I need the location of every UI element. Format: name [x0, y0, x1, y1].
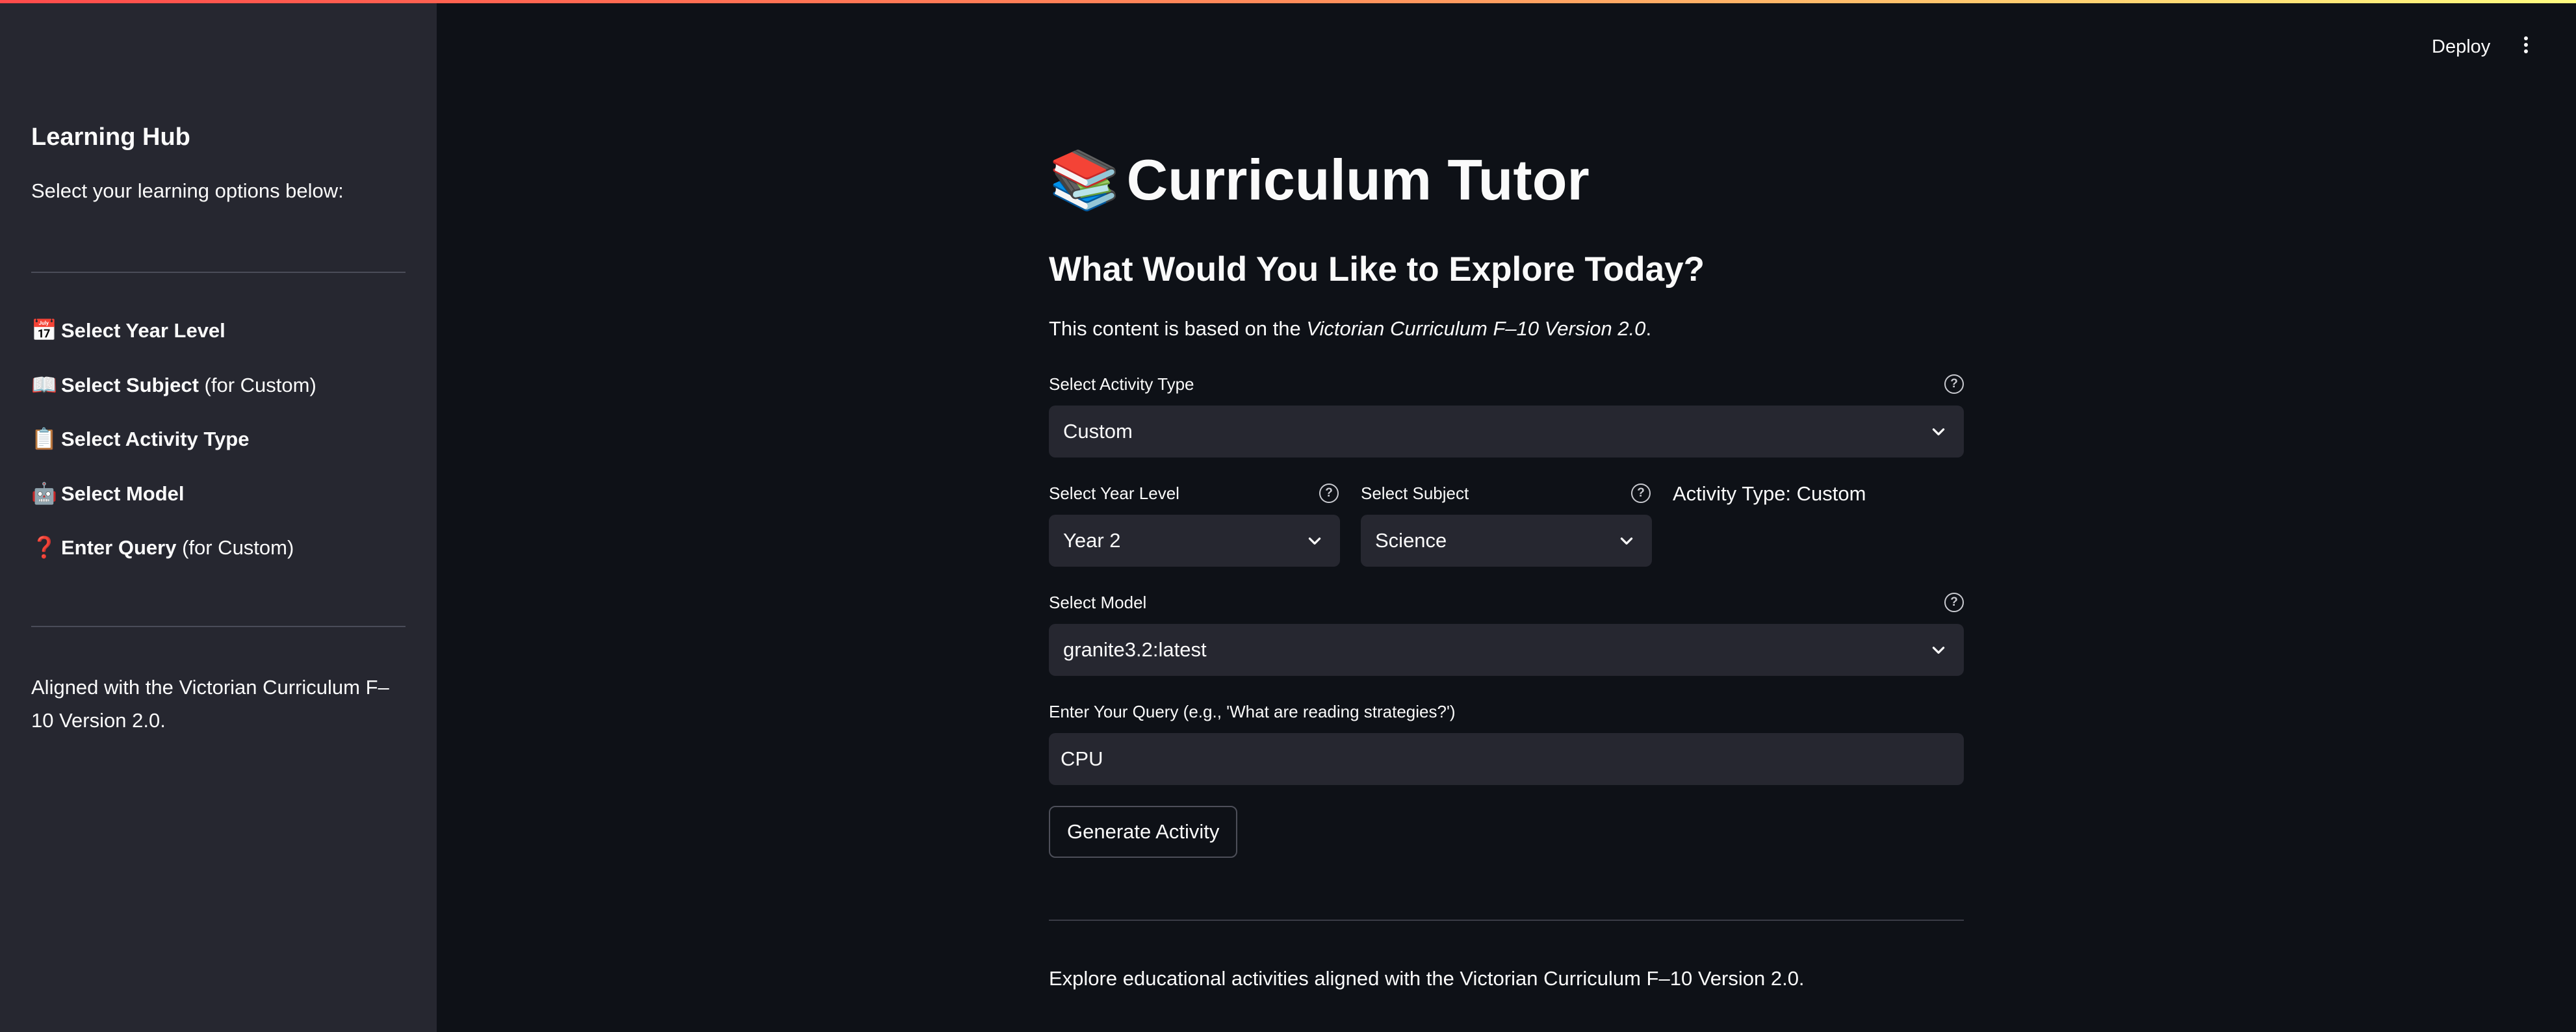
year-level-select[interactable]: Year 2	[1049, 515, 1340, 567]
chevron-down-icon	[1932, 428, 1945, 435]
chevron-down-icon	[1932, 647, 1945, 654]
intro-suffix: .	[1645, 317, 1652, 340]
activity-type-select[interactable]: Custom	[1049, 406, 1964, 458]
generate-activity-button[interactable]: Generate Activity	[1049, 806, 1238, 858]
sidebar-step-label: Enter Query	[61, 536, 177, 559]
footer-text: Explore educational activities aligned w…	[1049, 967, 1805, 990]
sidebar-step-subject: 📖 Select Subject (for Custom)	[31, 368, 316, 422]
sidebar-step-suffix: (for Custom)	[198, 373, 316, 396]
app-root: Learning Hub Select your learning option…	[0, 0, 2576, 1032]
chevron-down-icon	[1308, 537, 1321, 545]
activity-type-value: Custom	[1063, 420, 1133, 443]
sidebar-step-year-level: 📅 Select Year Level	[31, 313, 316, 368]
help-icon[interactable]: ?	[1944, 374, 1964, 394]
books-icon: 📚	[1049, 148, 1120, 212]
help-icon[interactable]: ?	[1631, 484, 1651, 503]
intro-curriculum-name: Victorian Curriculum F–10 Version 2.0	[1306, 317, 1646, 340]
sidebar-step-activity-type: 📋 Select Activity Type	[31, 422, 316, 476]
sidebar-steps-list: 📅 Select Year Level 📖 Select Subject (for …	[31, 313, 316, 585]
sidebar-divider	[31, 626, 406, 627]
top-decoration-bar	[0, 0, 2576, 3]
question-mark-icon: ❓	[31, 535, 57, 559]
sidebar-title: Learning Hub	[31, 123, 190, 151]
subject-select[interactable]: Science	[1361, 515, 1652, 567]
page-title-text: Curriculum Tutor	[1126, 148, 1590, 212]
activity-type-label: Select Activity Type	[1049, 374, 1194, 394]
robot-icon: 🤖	[31, 481, 57, 505]
sidebar-step-label: Select Activity Type	[61, 428, 250, 450]
subject-label: Select Subject	[1361, 484, 1469, 503]
help-icon[interactable]: ?	[1944, 593, 1964, 612]
sidebar-step-label: Select Subject	[61, 373, 199, 396]
sidebar-step-model: 🤖 Select Model	[31, 476, 316, 531]
sidebar-subtitle: Select your learning options below:	[31, 179, 344, 202]
intro-prefix: This content is based on the	[1049, 317, 1307, 340]
deploy-button[interactable]: Deploy	[2424, 32, 2498, 62]
sidebar: Learning Hub Select your learning option…	[0, 0, 437, 1032]
clipboard-icon: 📋	[31, 427, 57, 450]
query-input[interactable]	[1049, 733, 1964, 785]
activity-type-display: Activity Type: Custom	[1673, 482, 1866, 505]
intro-text: This content is based on the Victorian C…	[1049, 317, 1651, 341]
year-level-value: Year 2	[1063, 529, 1121, 552]
query-label: Enter Your Query (e.g., 'What are readin…	[1049, 702, 1456, 721]
section-title: What Would You Like to Explore Today?	[1049, 250, 1705, 289]
open-book-icon: 📖	[31, 372, 57, 396]
help-icon[interactable]: ?	[1319, 484, 1339, 503]
sidebar-step-label: Select Model	[61, 482, 185, 505]
main-divider	[1049, 920, 1964, 921]
model-select[interactable]: granite3.2:latest	[1049, 624, 1964, 676]
sidebar-divider	[31, 272, 406, 273]
sidebar-footer-text: Aligned with the Victorian Curriculum F–…	[31, 676, 389, 732]
model-value: granite3.2:latest	[1063, 638, 1207, 661]
sidebar-step-label: Select Year Level	[61, 319, 225, 342]
page-title: 📚 Curriculum Tutor	[1049, 147, 1590, 214]
subject-value: Science	[1375, 529, 1447, 552]
year-level-label: Select Year Level	[1049, 484, 1179, 503]
sidebar-step-suffix: (for Custom)	[176, 536, 294, 559]
sidebar-step-query: ❓ Enter Query (for Custom)	[31, 530, 316, 585]
chevron-down-icon	[1620, 537, 1633, 545]
model-label: Select Model	[1049, 593, 1147, 612]
kebab-menu-icon[interactable]	[2516, 34, 2536, 60]
calendar-icon: 📅	[31, 318, 57, 342]
